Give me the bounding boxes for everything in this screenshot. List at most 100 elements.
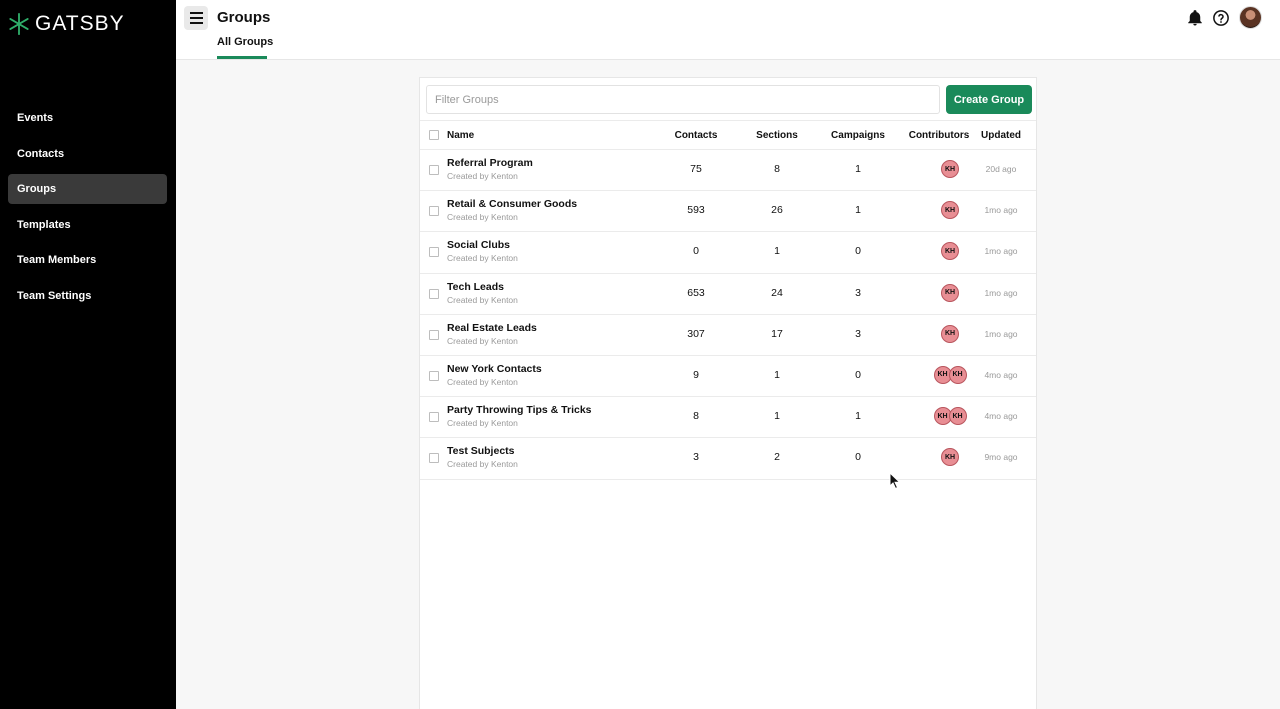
group-name[interactable]: New York Contacts xyxy=(447,363,542,375)
sidebar-nav: Events Contacts Groups Templates Team Me… xyxy=(8,103,167,316)
contributor-avatar[interactable]: KH xyxy=(941,448,959,467)
active-tab-indicator xyxy=(217,56,267,59)
sections-count: 1 xyxy=(774,368,780,381)
contributors-list: KH KH xyxy=(920,407,980,427)
table-row[interactable]: Real Estate Leads Created by Kenton 307 17 3… xyxy=(420,315,1036,356)
group-creator: Created by Kenton xyxy=(447,171,518,181)
contributors-list: KH KH xyxy=(920,365,980,386)
group-creator: Created by Kenton xyxy=(447,212,518,223)
campaigns-count: 1 xyxy=(855,204,861,217)
contacts-count: 75 xyxy=(690,163,702,175)
logo[interactable]: GATSBY xyxy=(8,12,125,36)
sidebar-item-team-members[interactable]: Team Members xyxy=(8,245,167,275)
mouse-cursor-icon xyxy=(889,472,901,490)
sidebar-item-groups[interactable]: Groups xyxy=(8,174,167,204)
table-row[interactable]: Social Clubs Created by Kenton 0 1 0 KH 1mo ag… xyxy=(420,232,1036,274)
row-checkbox[interactable] xyxy=(429,453,439,464)
row-checkbox[interactable] xyxy=(429,329,439,340)
group-creator: Created by Kenton xyxy=(447,376,518,387)
filter-groups-input[interactable] xyxy=(426,85,940,114)
sidebar-item-contacts[interactable]: Contacts xyxy=(8,139,167,169)
table-row[interactable]: Tech Leads Created by Kenton 653 24 3 KH 1mo a… xyxy=(420,274,1036,315)
table-row[interactable]: Retail & Consumer Goods Created by Kenton… xyxy=(420,191,1036,233)
sidebar: GATSBY Events Contacts Groups Templates … xyxy=(0,0,176,709)
updated-time: 4mo ago xyxy=(984,369,1018,380)
campaigns-count: 1 xyxy=(855,410,861,423)
table-header: Name Contacts Sections Campaigns Contrib… xyxy=(420,120,1036,150)
contributor-avatar[interactable]: KH xyxy=(941,160,959,178)
column-header-name[interactable]: Name xyxy=(447,121,474,150)
sidebar-item-events[interactable]: Events xyxy=(8,103,167,133)
contacts-count: 9 xyxy=(693,368,699,381)
select-all-checkbox[interactable] xyxy=(429,130,439,140)
create-group-button[interactable]: Create Group xyxy=(946,85,1032,114)
row-checkbox[interactable] xyxy=(429,206,439,217)
contributors-list: KH xyxy=(920,160,980,180)
row-checkbox[interactable] xyxy=(429,412,439,423)
row-checkbox[interactable] xyxy=(429,165,439,175)
top-header: Groups All Groups xyxy=(176,0,1280,60)
updated-time: 20d ago xyxy=(985,164,1017,174)
contributor-avatar[interactable]: KH xyxy=(948,407,967,426)
contributor-avatar[interactable]: KH xyxy=(941,201,959,220)
sections-count: 24 xyxy=(771,286,783,299)
table-row[interactable]: New York Contacts Created by Kenton 9 1 0 KH K… xyxy=(420,356,1036,398)
groups-table-body: Referral Program Created by Kenton 75 8 1 KH 2… xyxy=(420,150,1036,480)
group-name[interactable]: Party Throwing Tips & Tricks xyxy=(447,404,592,416)
contributor-avatar[interactable]: KH xyxy=(941,324,959,343)
updated-time: 1mo ago xyxy=(984,246,1018,257)
sections-count: 26 xyxy=(771,204,783,217)
group-name[interactable]: Tech Leads xyxy=(447,281,504,293)
contributors-list: KH xyxy=(920,324,980,345)
group-name[interactable]: Real Estate Leads xyxy=(447,322,537,334)
updated-time: 1mo ago xyxy=(984,328,1018,339)
group-creator: Created by Kenton xyxy=(447,459,518,470)
campaigns-count: 3 xyxy=(855,286,861,299)
sidebar-item-templates[interactable]: Templates xyxy=(8,210,167,240)
group-name[interactable]: Retail & Consumer Goods xyxy=(447,198,577,210)
row-checkbox[interactable] xyxy=(429,288,439,299)
table-row[interactable]: Party Throwing Tips & Tricks Created by K… xyxy=(420,397,1036,439)
sections-count: 8 xyxy=(774,163,780,175)
sections-count: 2 xyxy=(774,451,780,464)
page-title: Groups xyxy=(217,9,271,26)
campaigns-count: 0 xyxy=(855,451,861,464)
group-name[interactable]: Social Clubs xyxy=(447,239,510,251)
row-checkbox[interactable] xyxy=(429,247,439,258)
table-row[interactable]: Test Subjects Created by Kenton 3 2 0 KH 9mo a… xyxy=(420,438,1036,480)
group-name[interactable]: Referral Program xyxy=(447,157,533,169)
column-header-contributors[interactable]: Contributors xyxy=(904,121,974,150)
group-creator: Created by Kenton xyxy=(447,335,518,346)
column-header-contacts[interactable]: Contacts xyxy=(666,121,726,150)
tab-all-groups[interactable]: All Groups xyxy=(217,36,273,48)
contacts-count: 3 xyxy=(693,451,699,464)
group-creator: Created by Kenton xyxy=(447,294,518,305)
contributor-avatar[interactable]: KH xyxy=(941,283,959,302)
column-header-updated[interactable]: Updated xyxy=(976,121,1026,150)
table-row[interactable]: Referral Program Created by Kenton 75 8 1 KH 2… xyxy=(420,150,1036,192)
hamburger-menu-icon[interactable] xyxy=(184,6,208,30)
campaigns-count: 0 xyxy=(855,245,861,258)
campaigns-count: 3 xyxy=(855,327,861,340)
brand-name: GATSBY xyxy=(35,12,125,35)
user-avatar[interactable] xyxy=(1239,6,1262,29)
contributors-list: KH xyxy=(920,201,980,221)
sidebar-item-team-settings[interactable]: Team Settings xyxy=(8,281,167,311)
group-name[interactable]: Test Subjects xyxy=(447,445,515,457)
sections-count: 17 xyxy=(771,327,783,340)
updated-time: 9mo ago xyxy=(984,452,1018,463)
campaigns-count: 1 xyxy=(855,163,861,175)
bell-icon[interactable] xyxy=(1186,9,1204,27)
help-circle-icon[interactable] xyxy=(1212,9,1230,27)
contacts-count: 653 xyxy=(687,286,705,299)
updated-time: 1mo ago xyxy=(984,287,1018,298)
contributor-avatar[interactable]: KH xyxy=(941,242,959,261)
contributors-list: KH xyxy=(920,283,980,304)
column-header-campaigns[interactable]: Campaigns xyxy=(822,121,894,150)
contributor-avatar[interactable]: KH xyxy=(948,365,967,384)
updated-time: 4mo ago xyxy=(984,411,1018,422)
sections-count: 1 xyxy=(774,245,780,258)
column-header-sections[interactable]: Sections xyxy=(747,121,807,150)
row-checkbox[interactable] xyxy=(429,370,439,381)
sections-count: 1 xyxy=(774,410,780,423)
